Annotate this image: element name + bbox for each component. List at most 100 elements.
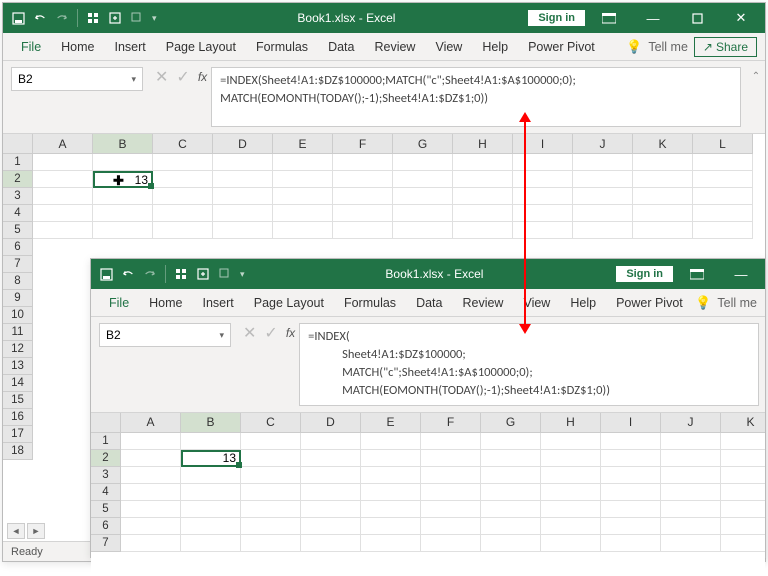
col-D[interactable]: D — [301, 413, 361, 433]
row-14[interactable]: 14 — [3, 375, 33, 392]
cancel-icon[interactable]: ✕ — [155, 67, 168, 87]
row-8[interactable]: 8 — [3, 273, 33, 290]
formula-expand-icon[interactable]: ⌃ — [747, 61, 765, 82]
fx-icon[interactable]: fx — [286, 326, 295, 340]
col-G[interactable]: G — [481, 413, 541, 433]
row-12[interactable]: 12 — [3, 341, 33, 358]
qat-more-icon[interactable]: ▾ — [240, 269, 245, 280]
col-K[interactable]: K — [633, 134, 693, 154]
undo-icon[interactable] — [121, 267, 135, 281]
col-B[interactable]: B — [93, 134, 153, 154]
row-6[interactable]: 6 — [91, 518, 121, 535]
col-D[interactable]: D — [213, 134, 273, 154]
col-E[interactable]: E — [361, 413, 421, 433]
cancel-icon[interactable]: ✕ — [243, 323, 256, 343]
row-4[interactable]: 4 — [3, 205, 33, 222]
col-E[interactable]: E — [273, 134, 333, 154]
minimize-button[interactable]: — — [633, 3, 673, 33]
enter-icon[interactable]: ✓ — [264, 323, 277, 343]
menu-data[interactable]: Data — [406, 292, 452, 314]
formula-bar[interactable]: =INDEX(Sheet4!A1:$DZ$100000;MATCH("c";Sh… — [211, 67, 741, 127]
ribbon-options-icon[interactable] — [677, 259, 717, 289]
row-1[interactable]: 1 — [3, 154, 33, 171]
undo-icon[interactable] — [33, 11, 47, 25]
col-G[interactable]: G — [393, 134, 453, 154]
menu-file[interactable]: File — [99, 292, 139, 314]
formula-bar[interactable]: =INDEX( Sheet4!A1:$DZ$100000; MATCH("c";… — [299, 323, 759, 406]
col-I[interactable]: I — [513, 134, 573, 154]
col-F[interactable]: F — [421, 413, 481, 433]
scroll-right-icon[interactable]: ► — [27, 523, 45, 539]
menu-help[interactable]: Help — [560, 292, 606, 314]
name-box[interactable]: B2 — [11, 67, 143, 91]
menu-page-layout[interactable]: Page Layout — [244, 292, 334, 314]
col-A[interactable]: A — [121, 413, 181, 433]
row-7[interactable]: 7 — [3, 256, 33, 273]
menu-formulas[interactable]: Formulas — [334, 292, 406, 314]
row-2[interactable]: 2 — [3, 171, 33, 188]
signin-button[interactable]: Sign in — [616, 266, 673, 282]
row-2[interactable]: 2 — [91, 450, 121, 467]
menu-view[interactable]: View — [513, 292, 560, 314]
col-J[interactable]: J — [661, 413, 721, 433]
grid-icon[interactable] — [86, 11, 100, 25]
col-L[interactable]: L — [693, 134, 753, 154]
row-4[interactable]: 4 — [91, 484, 121, 501]
col-C[interactable]: C — [241, 413, 301, 433]
menu-data[interactable]: Data — [318, 36, 364, 58]
share-button[interactable]: ↗Share — [694, 37, 757, 57]
row-5[interactable]: 5 — [91, 501, 121, 518]
addin-icon[interactable] — [196, 267, 210, 281]
col-H[interactable]: H — [453, 134, 513, 154]
col-H[interactable]: H — [541, 413, 601, 433]
tellme-text[interactable]: Tell me — [717, 296, 757, 310]
row-1[interactable]: 1 — [91, 433, 121, 450]
col-I[interactable]: I — [601, 413, 661, 433]
close-button[interactable]: ✕ — [721, 3, 761, 33]
signin-button[interactable]: Sign in — [528, 10, 585, 26]
addin-icon[interactable] — [108, 11, 122, 25]
row-5[interactable]: 5 — [3, 222, 33, 239]
select-all-corner[interactable] — [3, 134, 33, 154]
dropdown-icon[interactable] — [130, 11, 144, 25]
cells[interactable]: 13✚ — [33, 154, 753, 239]
name-box[interactable]: B2 — [99, 323, 231, 347]
menu-file[interactable]: File — [11, 36, 51, 58]
menu-help[interactable]: Help — [472, 36, 518, 58]
row-3[interactable]: 3 — [91, 467, 121, 484]
cells[interactable]: 13 — [121, 433, 765, 552]
select-all-corner[interactable] — [91, 413, 121, 433]
scroll-left-icon[interactable]: ◄ — [7, 523, 25, 539]
row-9[interactable]: 9 — [3, 290, 33, 307]
ribbon-options-icon[interactable] — [589, 3, 629, 33]
minimize-button[interactable]: — — [721, 259, 761, 289]
col-F[interactable]: F — [333, 134, 393, 154]
col-K[interactable]: K — [721, 413, 765, 433]
row-10[interactable]: 10 — [3, 307, 33, 324]
menu-power-pivot[interactable]: Power Pivot — [518, 36, 605, 58]
cell-B2[interactable]: 13 — [181, 450, 241, 467]
menu-insert[interactable]: Insert — [193, 292, 244, 314]
row-6[interactable]: 6 — [3, 239, 33, 256]
save-icon[interactable] — [99, 267, 113, 281]
save-icon[interactable] — [11, 11, 25, 25]
row-17[interactable]: 17 — [3, 426, 33, 443]
col-C[interactable]: C — [153, 134, 213, 154]
row-13[interactable]: 13 — [3, 358, 33, 375]
fx-icon[interactable]: fx — [198, 70, 207, 84]
menu-power-pivot[interactable]: Power Pivot — [606, 292, 693, 314]
dropdown-icon[interactable] — [218, 267, 232, 281]
menu-formulas[interactable]: Formulas — [246, 36, 318, 58]
menu-home[interactable]: Home — [139, 292, 192, 314]
menu-insert[interactable]: Insert — [105, 36, 156, 58]
row-7[interactable]: 7 — [91, 535, 121, 552]
menu-review[interactable]: Review — [452, 292, 513, 314]
row-3[interactable]: 3 — [3, 188, 33, 205]
menu-home[interactable]: Home — [51, 36, 104, 58]
redo-icon[interactable] — [143, 267, 157, 281]
row-16[interactable]: 16 — [3, 409, 33, 426]
qat-more-icon[interactable]: ▾ — [152, 13, 157, 24]
menu-page-layout[interactable]: Page Layout — [156, 36, 246, 58]
col-B[interactable]: B — [181, 413, 241, 433]
col-J[interactable]: J — [573, 134, 633, 154]
